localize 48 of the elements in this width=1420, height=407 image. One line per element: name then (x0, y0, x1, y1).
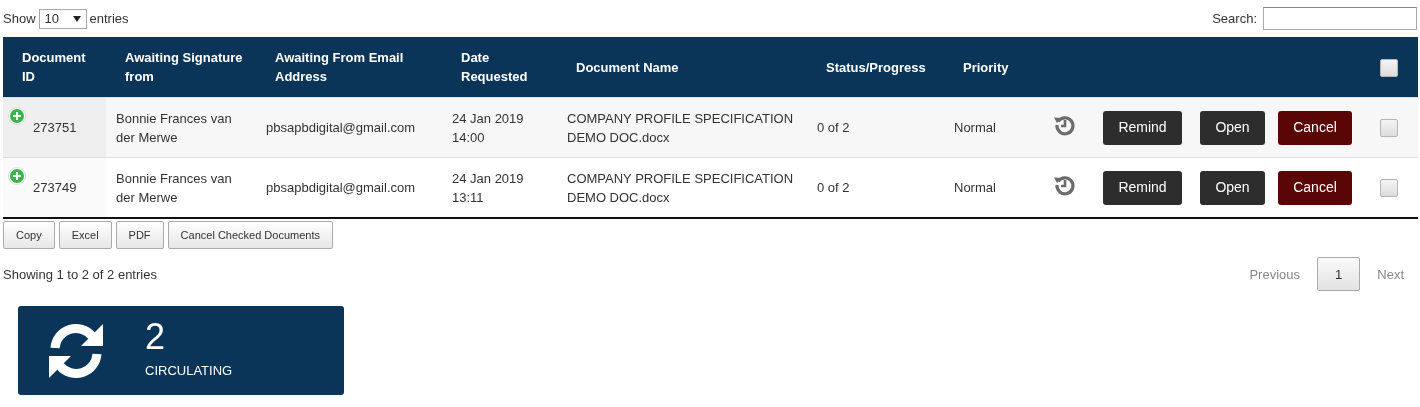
page-button[interactable]: 1 (1317, 257, 1361, 291)
table-cell: COMPANY PROFILE SPECIFICATION DEMO DOC.docx (567, 170, 794, 205)
export-button[interactable]: PDF (115, 221, 164, 249)
column-header[interactable]: Date Requested (442, 37, 557, 98)
column-header[interactable]: Awaiting Signature from (106, 37, 256, 98)
table-cell: 0 of 2 (817, 120, 850, 135)
export-button[interactable]: Excel (58, 221, 112, 249)
checkbox[interactable] (1380, 58, 1398, 77)
export-button[interactable]: Copy (3, 221, 55, 249)
caret-icon (72, 15, 81, 22)
column-header[interactable]: Awaiting From Email Address (256, 37, 442, 98)
column-header[interactable]: Document ID (3, 37, 106, 98)
stat-count: 2 (145, 317, 167, 357)
table-cell: 0 of 2 (817, 180, 850, 195)
table-cell: pbsapbdigital@gmail.com (266, 180, 416, 195)
table-cell: Bonnie Frances van der Merwe (116, 170, 232, 205)
column-header[interactable]: Priority (944, 37, 1040, 98)
table-cell: 273751 (33, 120, 77, 135)
search-label: Search: (1212, 11, 1257, 26)
table-cell: 24 Jan 2019 14:00 (452, 110, 524, 145)
entries-dropdown[interactable]: 10 (38, 8, 87, 29)
column-header[interactable]: Document Name (557, 37, 807, 98)
remind-button[interactable]: Remind (1103, 170, 1182, 205)
table-cell: 24 Jan 2019 13:11 (452, 170, 524, 205)
open-button[interactable]: Open (1200, 110, 1265, 145)
remind-button[interactable]: Remind (1103, 110, 1182, 145)
search-field[interactable] (1263, 7, 1417, 30)
checkbox[interactable] (1380, 179, 1398, 198)
export-button[interactable]: Cancel Checked Documents (167, 221, 333, 249)
history-icon[interactable] (1053, 113, 1077, 137)
column-header[interactable]: Status/Progress (807, 37, 944, 98)
table-cell: COMPANY PROFILE SPECIFICATION DEMO DOC.docx (567, 110, 794, 145)
show-label: Show (3, 11, 36, 26)
table-cell: Bonnie Frances van der Merwe (116, 110, 232, 145)
history-icon[interactable] (1053, 173, 1077, 197)
checkbox[interactable] (1380, 119, 1398, 138)
expand-icon[interactable] (8, 107, 26, 125)
table-info: Showing 1 to 2 of 2 entries (3, 266, 157, 282)
cancel-button[interactable]: Cancel (1278, 110, 1352, 145)
table-cell: Normal (954, 120, 996, 135)
table-cell: pbsapbdigital@gmail.com (266, 120, 416, 135)
open-button[interactable]: Open (1200, 170, 1265, 205)
table-cell: 273749 (33, 180, 77, 195)
table-cell: Normal (954, 180, 996, 195)
stat-label: CIRCULATING (145, 363, 233, 378)
cancel-button[interactable]: Cancel (1278, 170, 1352, 205)
entries-label: entries (89, 11, 129, 26)
expand-icon[interactable] (8, 167, 26, 185)
